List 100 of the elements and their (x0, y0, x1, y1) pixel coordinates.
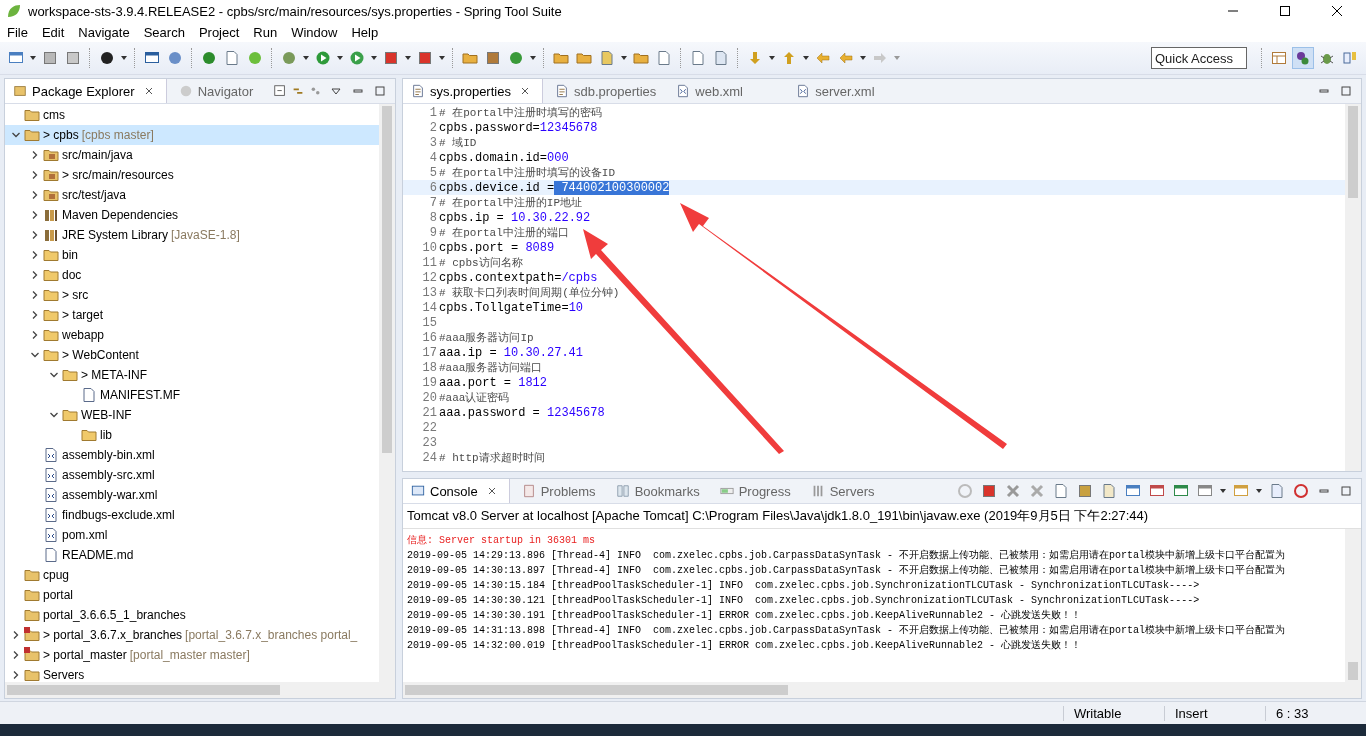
console-line: 2019-09-05 14:30:15.184 [threadPoolTaskScheduler-1] INFO com.zxelec.cpbs.job.SynchronizationTLCUTask - SynchronizationTLCUTask----> (407, 579, 1201, 593)
package-folder-icon (43, 167, 59, 183)
xml-document-icon (43, 447, 59, 463)
tab-label: server.xml (815, 83, 875, 99)
quick-access-field[interactable]: Quick Access (1151, 47, 1247, 69)
tree-label[interactable]: > WebContent (62, 348, 139, 362)
tree-label[interactable]: cms (43, 108, 65, 122)
view-tab[interactable]: Package Explorer (5, 79, 167, 103)
tree-label[interactable]: doc (62, 268, 82, 282)
caret-icon[interactable] (331, 86, 341, 96)
minimize-icon[interactable] (353, 86, 363, 96)
tree-label[interactable]: src/main/java (62, 148, 133, 162)
editor-tab[interactable]: web.xml (668, 79, 785, 103)
tree-label[interactable]: > portal_3.6.7.x_branches (43, 628, 183, 642)
folder-icon (62, 367, 78, 383)
tree-label[interactable]: assembly-bin.xml (62, 448, 155, 462)
menu-item[interactable]: File (7, 24, 28, 40)
tree-label[interactable]: assembly-src.xml (62, 468, 155, 482)
selected-row-highlight[interactable]: > cpbs [cpbs master] (5, 125, 379, 145)
tree-label[interactable]: JRE System Library (62, 228, 169, 242)
chevron-down-icon[interactable] (11, 130, 21, 140)
vertical-scrollbar[interactable] (1345, 104, 1361, 471)
minimize-icon[interactable] (1319, 86, 1329, 96)
chevron-right-icon[interactable] (30, 210, 40, 220)
tree-label[interactable]: > META-INF (81, 368, 148, 382)
menu-item[interactable]: Window (291, 24, 338, 40)
tree-label[interactable]: findbugs-exclude.xml (62, 508, 175, 522)
tree-label[interactable]: WEB-INF (81, 408, 132, 422)
menu-item[interactable]: Project (198, 24, 240, 40)
tab-label: sys.properties (430, 83, 511, 99)
editor-tab[interactable]: sdb.properties (546, 79, 665, 103)
editor-tab[interactable]: server.xml (788, 79, 905, 103)
menu-item[interactable]: Navigate (78, 24, 130, 40)
tree-label[interactable]: Servers (43, 668, 85, 682)
tree-label[interactable]: pom.xml (62, 528, 108, 542)
chevron-down-icon[interactable] (49, 370, 59, 380)
package-icon (13, 84, 27, 98)
tree-label[interactable]: > src/main/resources (62, 168, 174, 182)
view-tab[interactable]: Bookmarks (607, 479, 708, 503)
property-key: cpbs.device.id = (439, 180, 555, 195)
chevron-right-icon[interactable] (30, 310, 40, 320)
xml-document-icon (676, 84, 691, 98)
chevron-right-icon[interactable] (11, 670, 21, 680)
tree-label[interactable]: lib (100, 428, 112, 442)
tree-label[interactable]: README.md (62, 548, 134, 562)
menu-item[interactable]: Help (351, 24, 379, 40)
chevron-right-icon[interactable] (30, 170, 40, 180)
tree-label[interactable]: portal_3.6.6.5_1_branches (43, 608, 186, 622)
chevron-right-icon[interactable] (30, 250, 40, 260)
tree-label[interactable]: > target (62, 308, 104, 322)
chevron-down-icon[interactable] (30, 350, 40, 360)
tree-label[interactable]: portal (43, 588, 74, 602)
vertical-scrollbar[interactable] (1345, 529, 1361, 682)
chevron-right-icon[interactable] (30, 190, 40, 200)
code-comment: # 在portal中注册时填写的设备ID (439, 166, 615, 180)
view-tab[interactable]: Navigator (170, 79, 262, 103)
tree-label[interactable]: assembly-war.xml (62, 488, 158, 502)
tree-label[interactable]: Maven Dependencies (62, 208, 179, 222)
close-icon[interactable] (1331, 5, 1343, 17)
close-icon[interactable] (486, 486, 497, 496)
tree-label[interactable]: cpug (43, 568, 70, 582)
tree-label[interactable]: webapp (62, 328, 105, 342)
menu-item[interactable]: Run (253, 24, 278, 40)
tree-label[interactable]: MANIFEST.MF (100, 388, 180, 402)
chevron-right-icon[interactable] (30, 230, 40, 240)
editor-tab[interactable]: sys.properties (403, 79, 543, 103)
collapse-icon[interactable] (273, 84, 287, 98)
horizontal-scrollbar[interactable] (5, 682, 395, 698)
chevron-right-icon[interactable] (11, 650, 21, 660)
property-key: cpbs.TollgateTime= (439, 300, 569, 315)
chevron-right-icon[interactable] (30, 290, 40, 300)
view-tab[interactable]: Problems (513, 479, 604, 503)
menu-item[interactable]: Search (143, 24, 185, 40)
chevron-right-icon[interactable] (30, 270, 40, 280)
chevron-right-icon[interactable] (30, 330, 40, 340)
view-tab[interactable]: Console (403, 479, 510, 503)
horizontal-scrollbar[interactable] (403, 682, 1361, 698)
property-value: 744002100300002 (554, 180, 670, 195)
tree-label[interactable]: > portal_master (43, 648, 127, 662)
code-comment: #aaa认证密码 (439, 391, 510, 405)
tree-label[interactable]: > src (62, 288, 89, 302)
line-number: 17 (421, 345, 438, 360)
vertical-scrollbar[interactable] (379, 104, 395, 682)
tab-label: web.xml (695, 83, 743, 99)
property-value: 10.30.27.41 (503, 345, 584, 360)
chevron-right-icon[interactable] (11, 630, 21, 640)
tree-label[interactable]: src/test/java (62, 188, 127, 202)
close-icon[interactable] (143, 86, 154, 96)
view-tab[interactable]: Progress (711, 479, 799, 503)
perspective-icon[interactable] (1292, 47, 1314, 69)
code-comment: #aaa服务器访问端口 (439, 361, 543, 375)
view-tab[interactable]: Servers (802, 479, 883, 503)
minimize-icon[interactable] (1319, 486, 1329, 496)
maximize-icon[interactable] (1279, 5, 1291, 17)
tree-label[interactable]: bin (62, 248, 78, 262)
menu-item[interactable]: Edit (41, 24, 65, 40)
close-icon[interactable] (519, 86, 530, 96)
chevron-right-icon[interactable] (30, 150, 40, 160)
property-value: /cpbs (561, 270, 598, 285)
chevron-down-icon[interactable] (49, 410, 59, 420)
